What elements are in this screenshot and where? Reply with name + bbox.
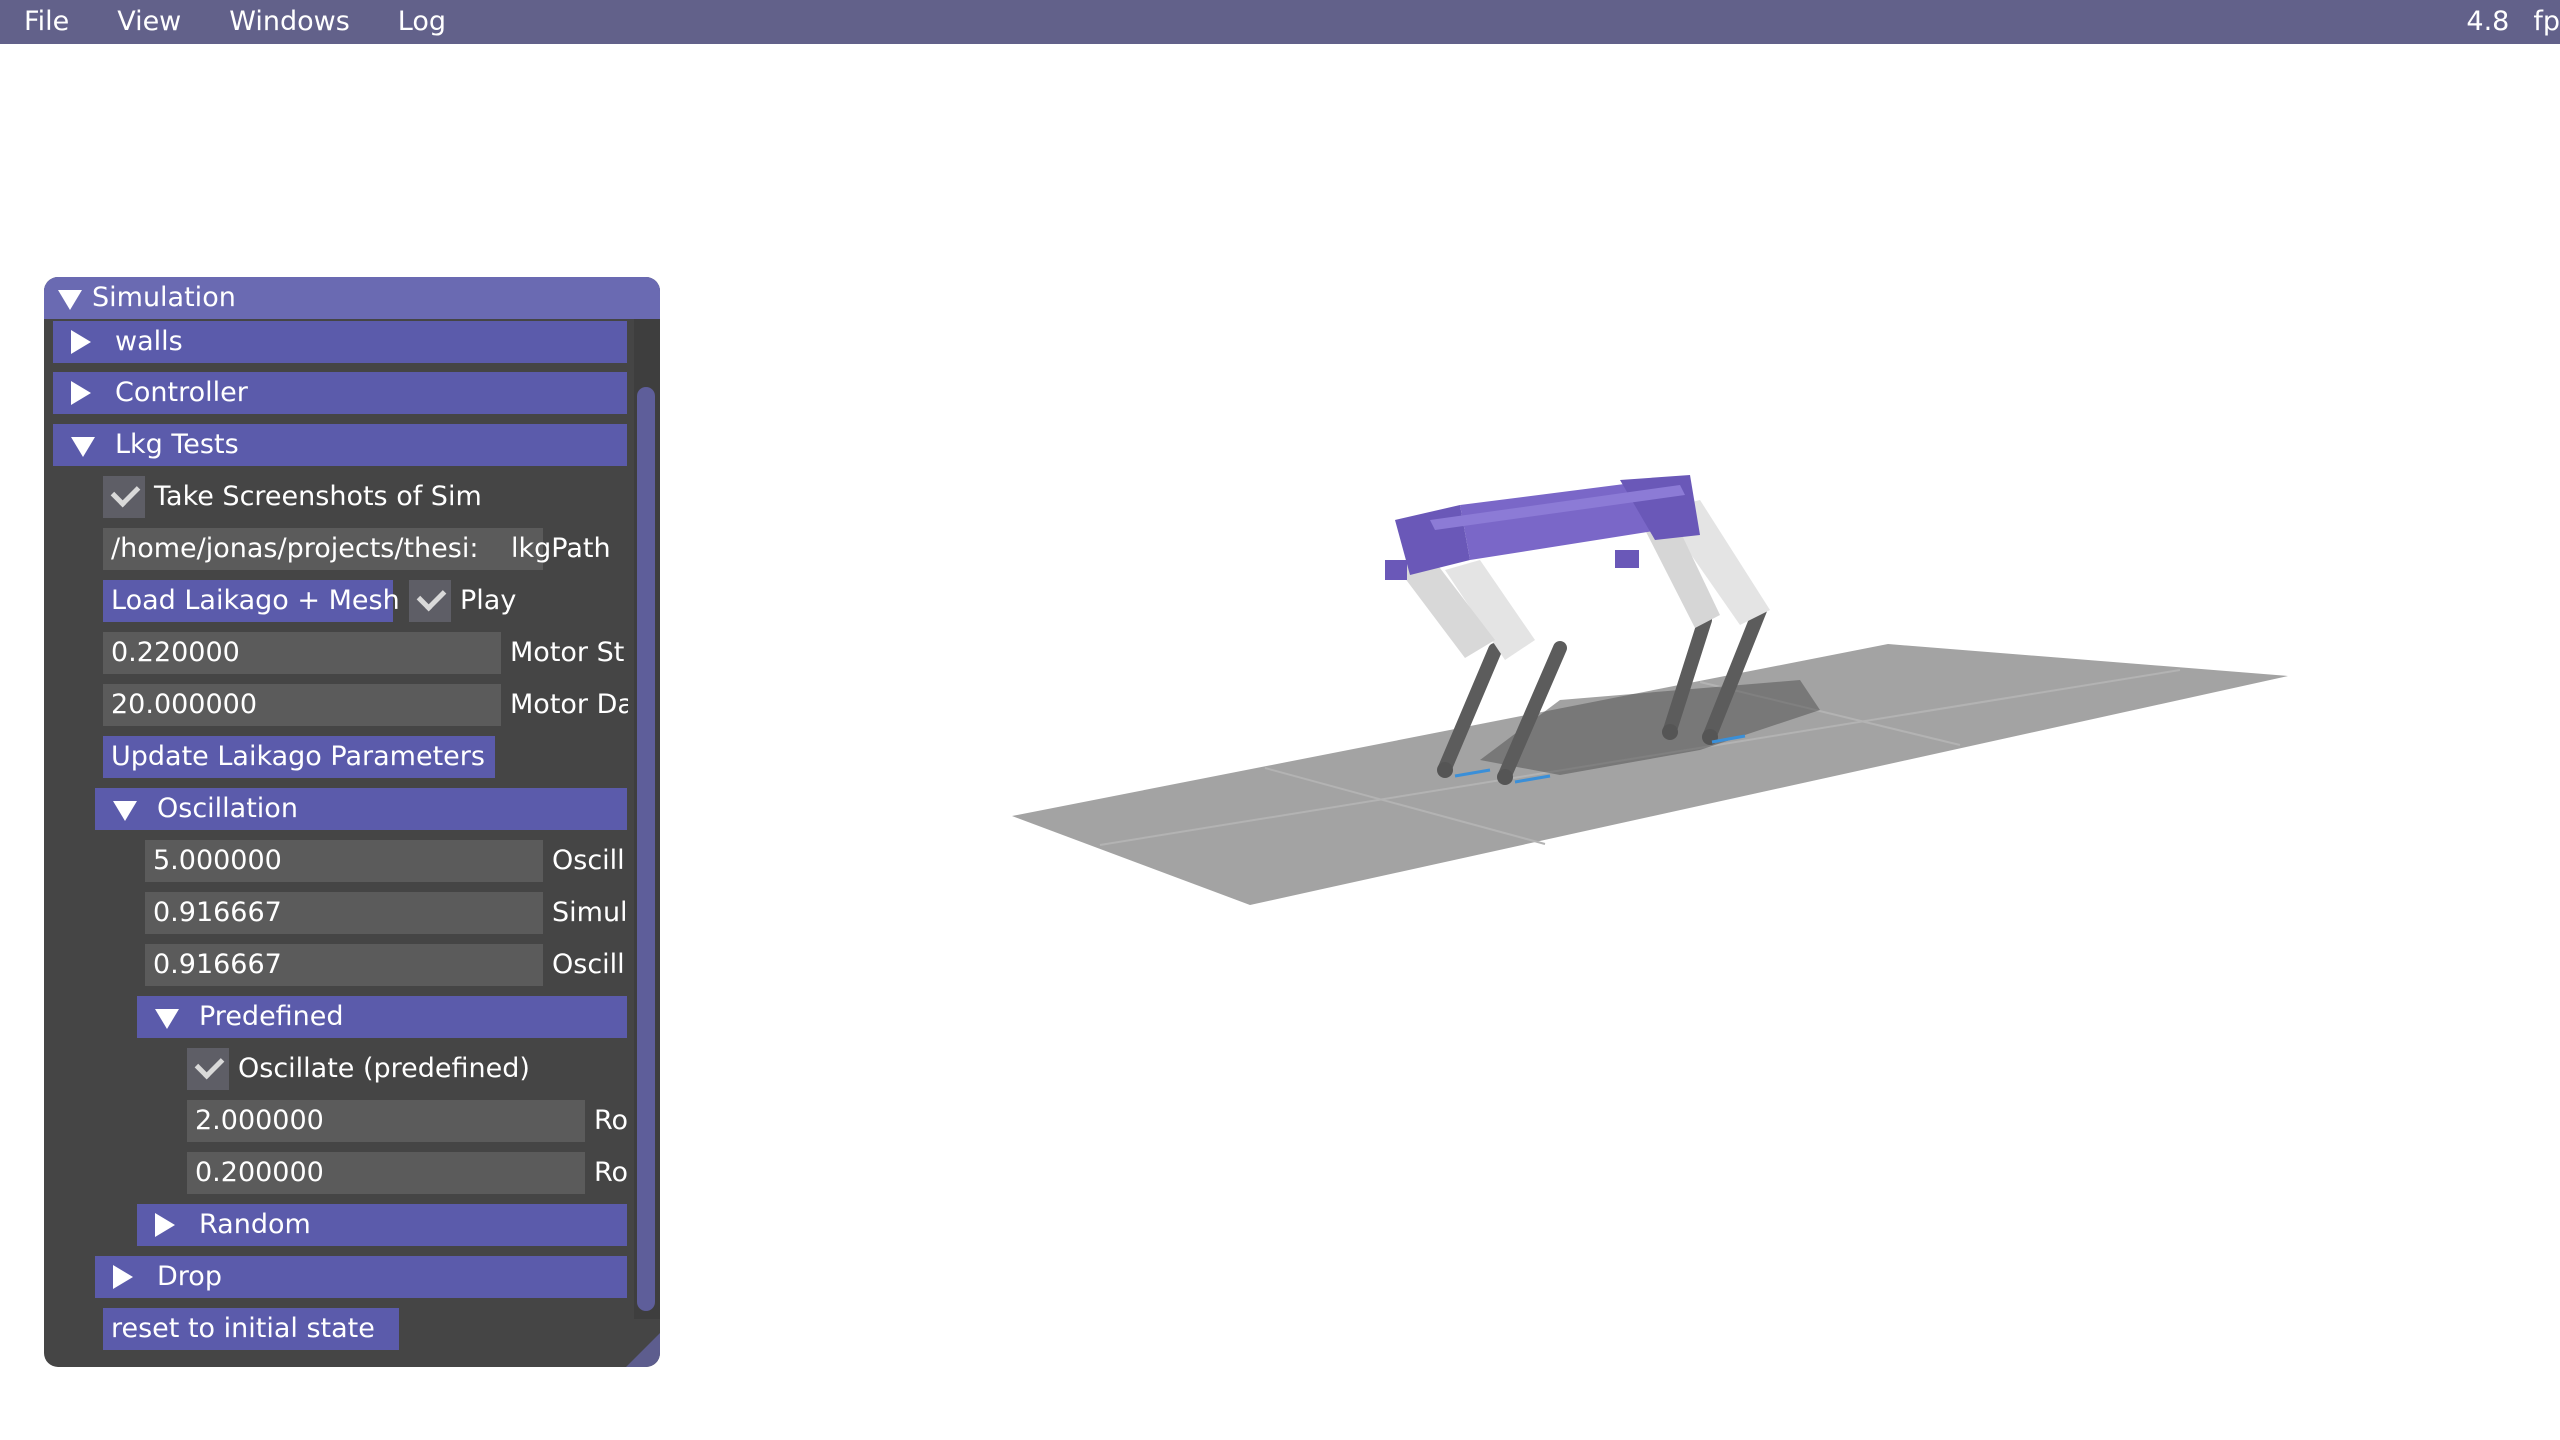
- expand-triangle-icon: [71, 381, 91, 405]
- section-predefined-label: Predefined: [199, 1001, 344, 1032]
- section-walls-label: walls: [115, 326, 183, 357]
- menu-windows[interactable]: Windows: [205, 0, 374, 44]
- simulation-window[interactable]: Simulation walls Controller Lkg Tests Ta…: [44, 277, 660, 1367]
- collapse-triangle-icon: [113, 801, 137, 821]
- fps-readout: 4.8 fp: [2466, 0, 2560, 44]
- reset-button[interactable]: reset to initial state: [103, 1308, 399, 1350]
- oscillation-field-2[interactable]: 0.916667: [145, 892, 543, 934]
- section-lkg-tests-label: Lkg Tests: [115, 429, 239, 460]
- oscillation-field-3[interactable]: 0.916667: [145, 944, 543, 986]
- checkmark-icon: [110, 477, 141, 508]
- section-lkg-tests[interactable]: Lkg Tests: [53, 424, 627, 466]
- checkmark-icon: [194, 1049, 225, 1080]
- motor-damping-label: Motor Da: [510, 689, 628, 720]
- predefined-field-2-label: Ro: [594, 1157, 628, 1188]
- lkg-path-label: lkgPath: [511, 533, 611, 564]
- predefined-field-1[interactable]: 2.000000: [187, 1100, 585, 1142]
- section-drop[interactable]: Drop: [95, 1256, 627, 1298]
- oscillation-field-1[interactable]: 5.000000: [145, 840, 543, 882]
- predefined-field-1-label: Ro: [594, 1105, 628, 1136]
- collapse-triangle-icon: [71, 437, 95, 457]
- section-predefined[interactable]: Predefined: [137, 996, 627, 1038]
- expand-triangle-icon: [113, 1265, 133, 1289]
- motor-stiffness-label: Motor St: [510, 637, 625, 668]
- section-random[interactable]: Random: [137, 1204, 627, 1246]
- predefined-field-2[interactable]: 0.200000: [187, 1152, 585, 1194]
- expand-triangle-icon: [155, 1213, 175, 1237]
- window-title: Simulation: [92, 282, 236, 313]
- section-controller-label: Controller: [115, 377, 248, 408]
- motor-damping-input[interactable]: 20.000000: [103, 684, 501, 726]
- section-oscillation[interactable]: Oscillation: [95, 788, 627, 830]
- simulation-viewport[interactable]: [660, 44, 2560, 1440]
- section-random-label: Random: [199, 1209, 311, 1240]
- robot-body: [1385, 475, 1700, 580]
- section-oscillation-label: Oscillation: [157, 793, 298, 824]
- section-controller[interactable]: Controller: [53, 372, 627, 414]
- section-walls[interactable]: walls: [53, 321, 627, 363]
- oscillation-field-3-label: Oscill: [552, 949, 625, 980]
- motor-stiffness-input[interactable]: 0.220000: [103, 632, 501, 674]
- oscillation-field-2-label: Simul: [552, 897, 628, 928]
- lkg-path-input[interactable]: /home/jonas/projects/thesi:: [103, 528, 543, 570]
- resize-grip[interactable]: [626, 1333, 660, 1367]
- scrollbar-thumb[interactable]: [637, 387, 655, 1311]
- oscillate-predefined-checkbox[interactable]: [187, 1048, 229, 1090]
- load-laikago-button[interactable]: Load Laikago + Mesh: [103, 580, 400, 622]
- menu-bar: File View Windows Log 4.8 fp: [0, 0, 2560, 44]
- fps-unit: fp: [2533, 6, 2560, 37]
- play-checkbox[interactable]: [409, 580, 451, 622]
- take-screenshots-label: Take Screenshots of Sim: [154, 481, 482, 512]
- oscillation-field-1-label: Oscill: [552, 845, 625, 876]
- collapse-triangle-icon[interactable]: [58, 290, 82, 310]
- menu-log[interactable]: Log: [374, 0, 470, 44]
- take-screenshots-checkbox[interactable]: [103, 476, 145, 518]
- checkmark-icon: [416, 581, 447, 612]
- collapse-triangle-icon: [155, 1009, 179, 1029]
- play-label: Play: [460, 585, 517, 616]
- update-parameters-button[interactable]: Update Laikago Parameters: [103, 736, 495, 778]
- menu-file[interactable]: File: [0, 0, 93, 44]
- fps-value: 4.8: [2466, 6, 2510, 37]
- window-title-bar[interactable]: Simulation: [44, 277, 660, 319]
- expand-triangle-icon: [71, 330, 91, 354]
- menu-view[interactable]: View: [93, 0, 205, 44]
- section-drop-label: Drop: [157, 1261, 222, 1292]
- oscillate-predefined-label: Oscillate (predefined): [238, 1053, 530, 1084]
